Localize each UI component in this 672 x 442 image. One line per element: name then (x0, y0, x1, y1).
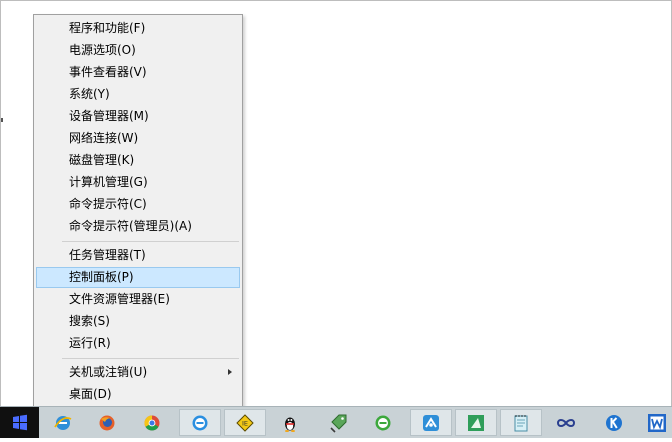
chrome-icon (144, 414, 160, 431)
menu-item-run[interactable]: 运行(R) (36, 333, 240, 354)
menu-separator (62, 241, 239, 242)
ie-sign-icon: IE (236, 413, 254, 432)
menu-item-control-panel[interactable]: 控制面板(P) (36, 267, 240, 288)
taskbar-wps[interactable] (636, 409, 672, 436)
menu-item-system[interactable]: 系统(Y) (36, 84, 240, 105)
menu-item-desktop[interactable]: 桌面(D) (36, 384, 240, 405)
k-app-icon (606, 414, 622, 431)
taskbar: IE (0, 406, 672, 438)
menu-item-task-manager[interactable]: 任务管理器(T) (36, 245, 240, 266)
notepad-icon (514, 414, 528, 431)
svg-text:IE: IE (242, 419, 248, 427)
taskbar-infinity-app[interactable] (545, 409, 587, 436)
qq-penguin-icon (285, 417, 295, 432)
internet-explorer-icon (54, 415, 72, 430)
winx-context-menu: 程序和功能(F) 电源选项(O) 事件查看器(V) 系统(Y) 设备管理器(M)… (33, 14, 243, 408)
start-button[interactable] (0, 407, 39, 438)
menu-item-programs-features[interactable]: 程序和功能(F) (36, 18, 240, 39)
menu-item-file-explorer[interactable]: 文件资源管理器(E) (36, 289, 240, 310)
infinity-icon (556, 418, 576, 427)
green-browser-e-icon (375, 415, 391, 430)
submenu-arrow-icon (228, 369, 232, 375)
menu-item-power-options[interactable]: 电源选项(O) (36, 40, 240, 61)
menu-item-event-viewer[interactable]: 事件查看器(V) (36, 62, 240, 83)
taskbar-firefox[interactable] (86, 409, 128, 436)
taskbar-green-tag[interactable] (317, 409, 359, 436)
taskbar-k-app[interactable] (593, 409, 635, 436)
green-tag-icon (330, 414, 347, 433)
wps-writer-icon (648, 413, 666, 432)
taskbar-qq[interactable] (269, 409, 311, 436)
menu-item-computer-management[interactable]: 计算机管理(G) (36, 172, 240, 193)
menu-item-disk-management[interactable]: 磁盘管理(K) (36, 150, 240, 171)
edge-marker (1, 118, 3, 122)
taskbar-green-browser[interactable] (362, 409, 404, 436)
green-app-icon (468, 414, 484, 431)
menu-item-command-prompt-admin[interactable]: 命令提示符(管理员)(A) (36, 216, 240, 237)
taskbar-blue-app[interactable] (410, 409, 452, 436)
taskbar-notepad[interactable] (500, 409, 542, 436)
taskbar-chrome[interactable] (131, 409, 173, 436)
menu-item-network-connections[interactable]: 网络连接(W) (36, 128, 240, 149)
menu-separator (62, 358, 239, 359)
blue-app-icon (423, 414, 439, 431)
taskbar-green-app[interactable] (455, 409, 497, 436)
taskbar-ie[interactable] (42, 409, 84, 436)
windows-logo-icon (13, 414, 27, 431)
taskbar-ie-sign[interactable]: IE (224, 409, 266, 436)
menu-item-command-prompt[interactable]: 命令提示符(C) (36, 194, 240, 215)
firefox-icon (99, 415, 115, 430)
menu-item-search[interactable]: 搜索(S) (36, 311, 240, 332)
browser-e-icon (192, 415, 208, 430)
menu-item-device-manager[interactable]: 设备管理器(M) (36, 106, 240, 127)
menu-item-shutdown-signout[interactable]: 关机或注销(U) (36, 362, 240, 383)
menu-item-label: 关机或注销(U) (69, 365, 148, 379)
taskbar-browser-e[interactable] (179, 409, 221, 436)
